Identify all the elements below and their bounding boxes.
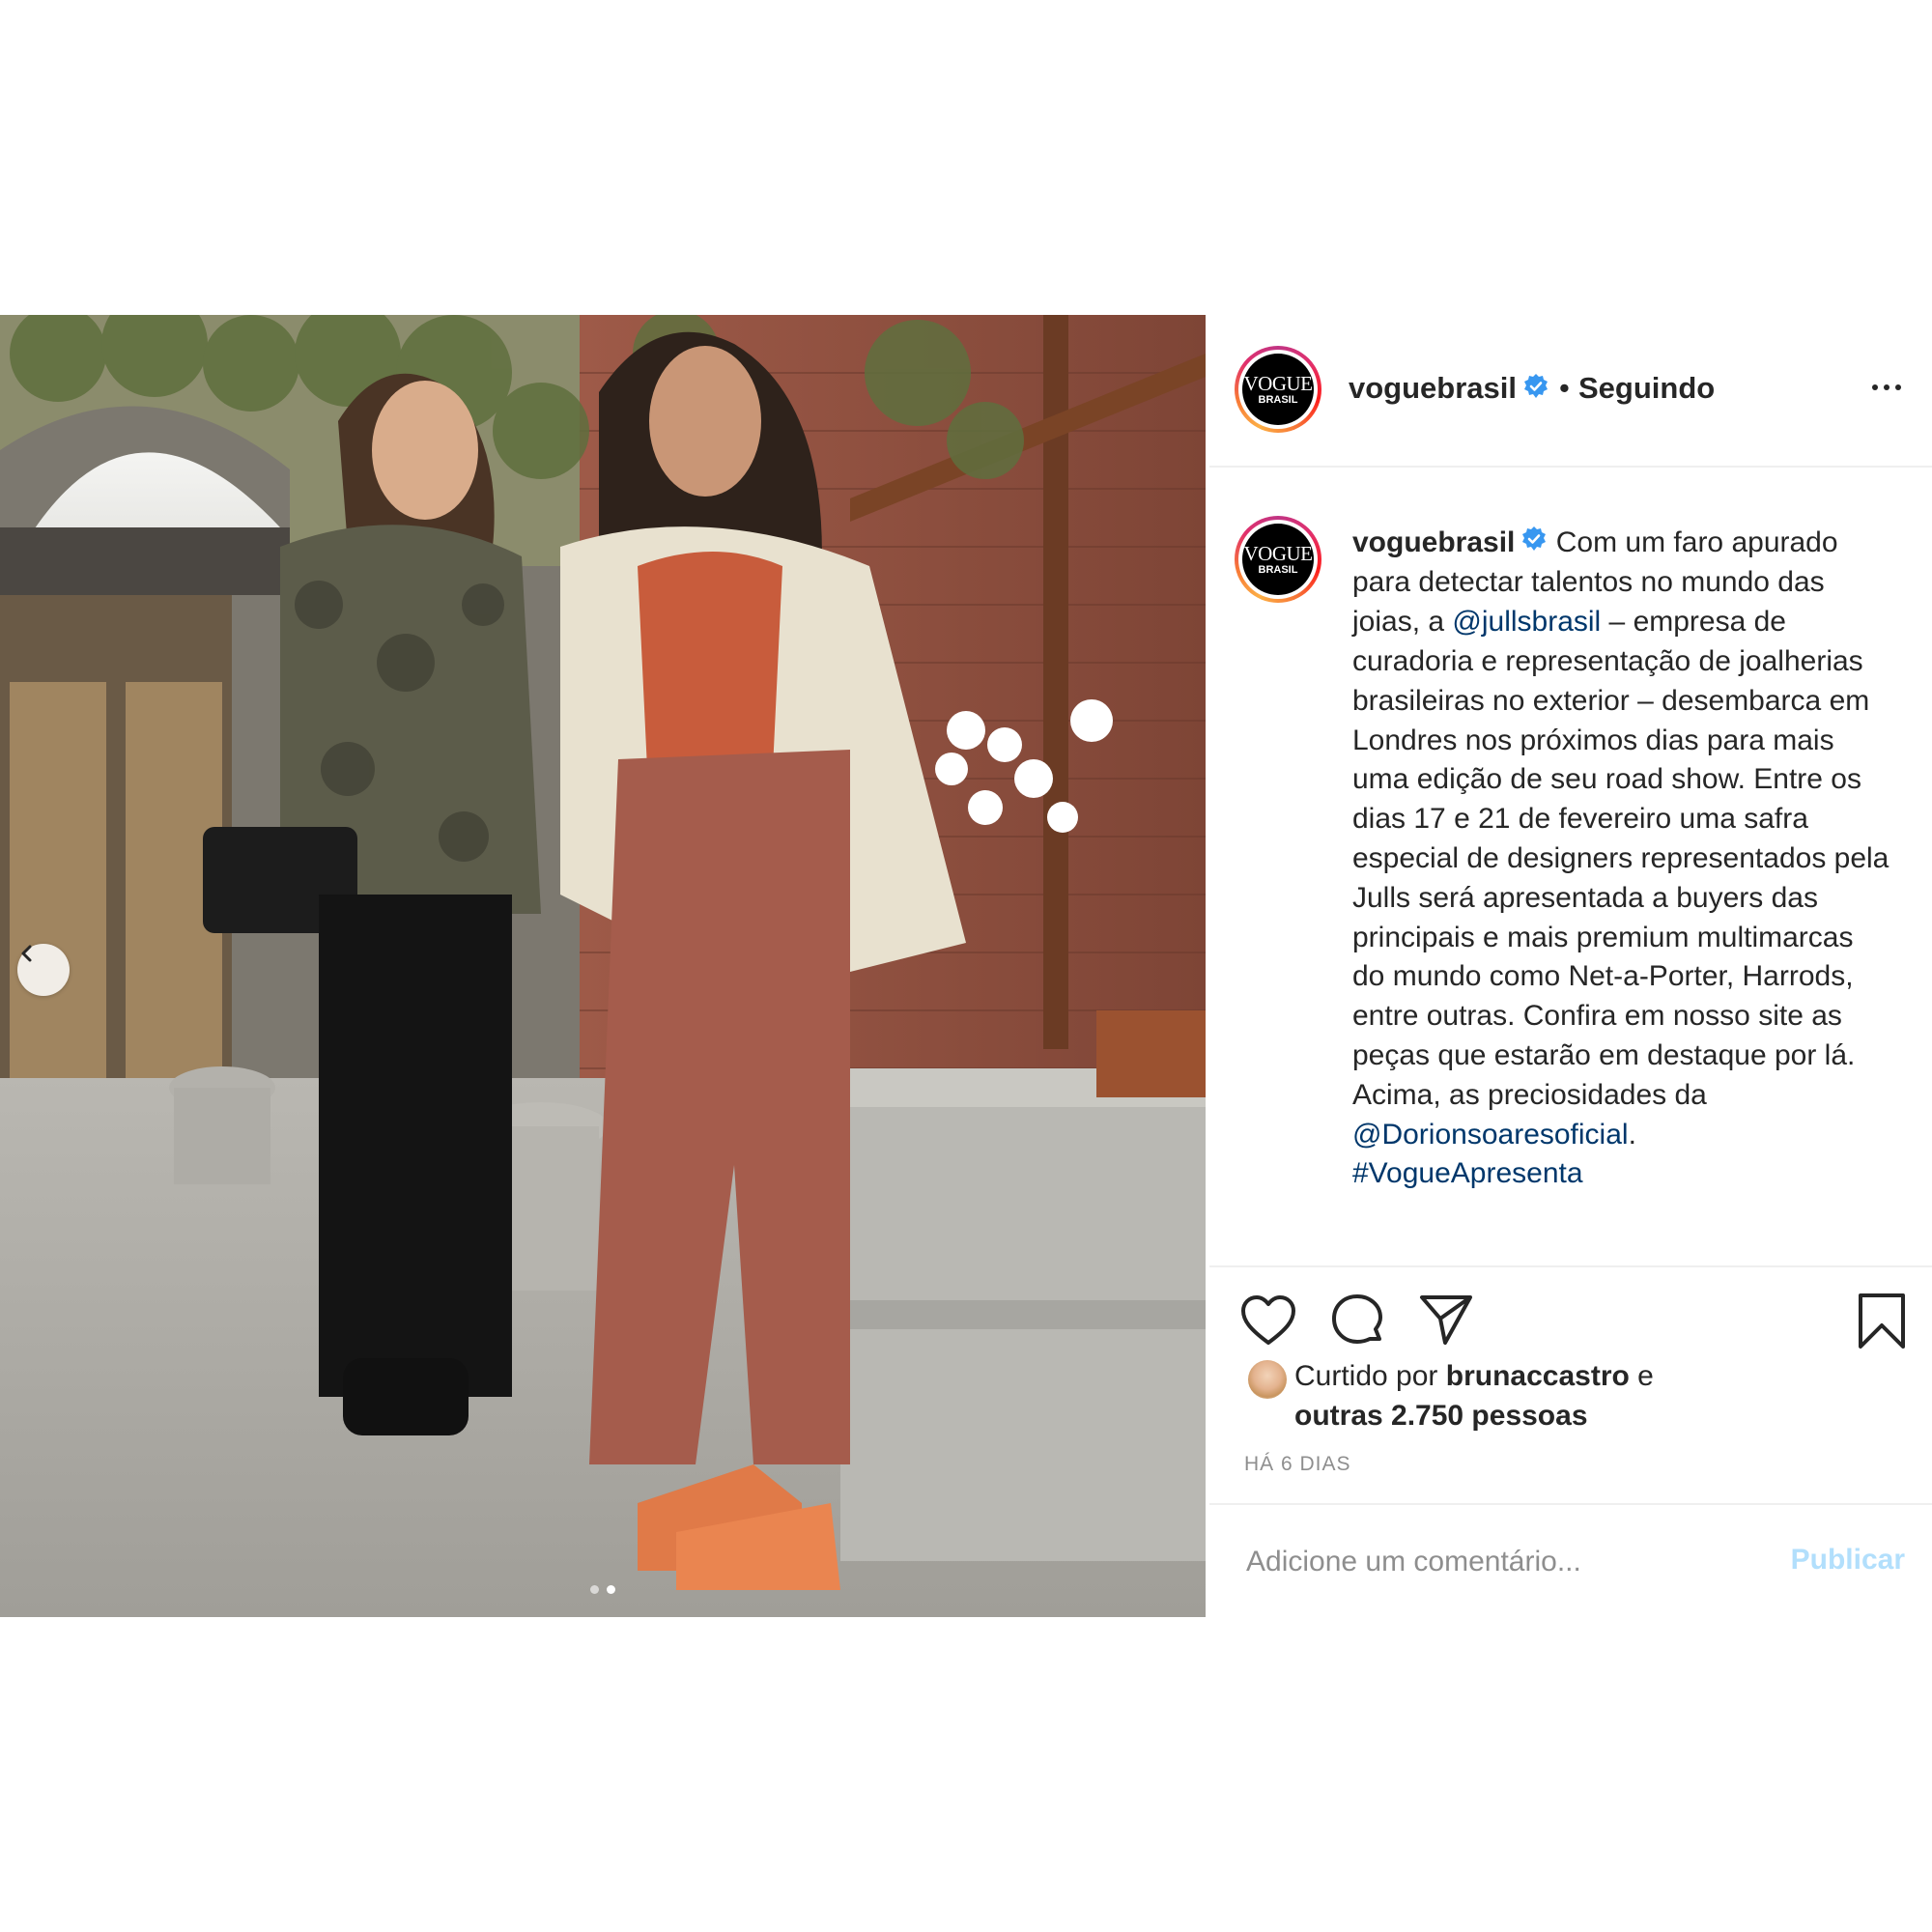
carousel-dot <box>590 1585 599 1594</box>
profile-avatar[interactable]: VOGUE BRASIL <box>1235 346 1321 433</box>
avatar-logo-text: VOGUE <box>1243 371 1314 395</box>
avatar-logo-subtext: BRASIL <box>1258 393 1298 406</box>
comment-icon <box>1332 1294 1382 1344</box>
like-button[interactable] <box>1240 1294 1296 1351</box>
avatar-logo-text: VOGUE <box>1243 541 1314 565</box>
post-header: VOGUE BRASIL voguebrasil • Seguindo <box>1209 315 1932 468</box>
more-options-icon[interactable] <box>1872 384 1901 390</box>
bookmark-icon <box>1859 1293 1905 1349</box>
chevron-left-icon <box>21 945 32 962</box>
likes-prefix: Curtido por <box>1294 1360 1446 1392</box>
action-bar <box>1209 1265 1932 1349</box>
post-image <box>0 315 1206 1617</box>
profile-username-link[interactable]: voguebrasil <box>1349 371 1549 408</box>
caption-body-3: . <box>1628 1118 1636 1151</box>
liker-avatar[interactable] <box>1248 1360 1287 1399</box>
likes-count-link[interactable]: outras 2.750 pessoas <box>1294 1400 1588 1432</box>
post-side-panel: VOGUE BRASIL voguebrasil • Seguindo VOGU… <box>1209 315 1932 1617</box>
caption-avatar[interactable]: VOGUE BRASIL <box>1235 516 1321 603</box>
save-button[interactable] <box>1857 1293 1907 1355</box>
post-caption: VOGUE BRASIL voguebrasil Com um faro apu… <box>1209 468 1932 1265</box>
verified-badge-icon <box>1522 373 1549 408</box>
caption-username[interactable]: voguebrasil <box>1352 526 1515 558</box>
likes-middle: e <box>1629 1360 1654 1392</box>
hashtag-link[interactable]: #VogueApresenta <box>1352 1157 1583 1189</box>
likes-text: Curtido por brunaccastro e outras 2.750 … <box>1294 1356 1835 1435</box>
post-photo[interactable] <box>0 315 1206 1617</box>
header-separator: • <box>1559 371 1570 405</box>
profile-username: voguebrasil <box>1349 371 1517 405</box>
avatar-logo-subtext: BRASIL <box>1258 563 1298 576</box>
mention-link[interactable]: @jullsbrasil <box>1452 606 1601 638</box>
post-timestamp[interactable]: HÁ 6 DIAS <box>1244 1453 1351 1476</box>
mention-link[interactable]: @Dorionsoaresoficial <box>1352 1119 1629 1151</box>
liker-username[interactable]: brunaccastro <box>1446 1360 1630 1392</box>
verified-badge-icon <box>1520 525 1548 564</box>
publish-button[interactable]: Publicar <box>1791 1544 1905 1577</box>
comment-button[interactable] <box>1329 1293 1385 1353</box>
heart-icon <box>1241 1295 1295 1345</box>
caption-body-2: – empresa de curadoria e representação d… <box>1352 606 1889 1111</box>
carousel-indicator <box>0 1585 1206 1594</box>
send-icon <box>1420 1295 1472 1345</box>
comment-input[interactable] <box>1244 1540 1750 1584</box>
comment-bar: Publicar <box>1209 1503 1932 1619</box>
caption-text: voguebrasil Com um faro apurado para det… <box>1352 524 1893 1194</box>
carousel-dot-active <box>607 1585 615 1594</box>
following-button[interactable]: Seguindo <box>1578 371 1715 406</box>
share-button[interactable] <box>1418 1293 1474 1353</box>
previous-slide-button[interactable] <box>17 944 70 996</box>
instagram-post: VOGUE BRASIL voguebrasil • Seguindo VOGU… <box>0 315 1932 1617</box>
